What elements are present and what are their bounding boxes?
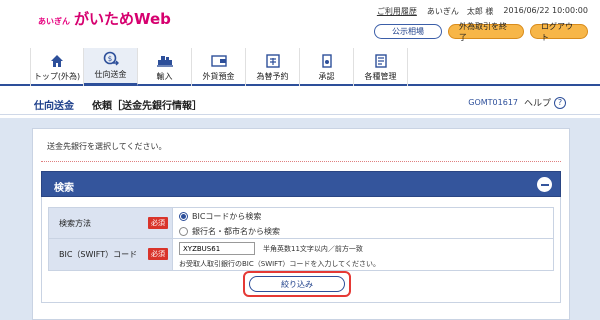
nav-label: 為替予約 xyxy=(256,71,289,81)
search-method-row: 検索方法 必須 BICコードから検索 銀行名・都市名から検索 xyxy=(48,207,554,239)
header-buttons: 公示相場 外為取引を終了 ログアウト xyxy=(374,22,588,42)
page-title: 依頼［送金先銀行情報］ xyxy=(92,101,202,112)
required-badge: 必須 xyxy=(148,248,168,260)
radio-unselected-icon[interactable] xyxy=(179,227,188,236)
field-label-cell: 検索方法 必須 xyxy=(49,208,173,238)
field-value-cell: 半角英数11文字以内／前方一致 お受取人取引銀行のBIC（SWIFT）コードを入… xyxy=(173,239,553,270)
nav-label: 仕向送金 xyxy=(94,70,127,79)
user-name: あいぎん 太郎 様 xyxy=(426,7,494,16)
radio-bank-label: 銀行名・都市名から検索 xyxy=(192,227,280,236)
divider xyxy=(41,161,561,162)
highlight-box: 絞り込み xyxy=(243,271,351,297)
radio-bank-name[interactable]: 銀行名・都市名から検索 xyxy=(179,226,280,237)
bic-code-row: BIC（SWIFT）コード 必須 半角英数11文字以内／前方一致 お受取人取引銀… xyxy=(48,239,554,271)
user-info: ご利用履歴 あいぎん 太郎 様 2016/06/22 10:00:00 xyxy=(377,6,588,17)
approval-icon xyxy=(319,53,335,69)
bic-hint: 半角英数11文字以内／前方一致 xyxy=(263,245,363,253)
logo-service-name: がいためWeb xyxy=(74,10,171,28)
top-bar: あいぎん がいためWeb ご利用履歴 あいぎん 太郎 様 2016/06/22 … xyxy=(0,0,600,44)
public-rates-button[interactable]: 公示相場 xyxy=(374,24,442,39)
page-section: 仕向送金 xyxy=(34,101,74,112)
radio-selected-icon[interactable] xyxy=(179,212,188,221)
search-panel-header: 検索 xyxy=(41,171,561,197)
end-fx-button[interactable]: 外為取引を終了 xyxy=(448,22,524,42)
svg-text:$: $ xyxy=(107,55,111,63)
nav-top[interactable]: トップ(外為) xyxy=(30,48,84,86)
import-icon xyxy=(156,53,173,69)
nav-label: 各種管理 xyxy=(364,71,397,81)
nav-deposit[interactable]: 外貨預金 xyxy=(192,48,246,86)
nav-label: 承認 xyxy=(318,71,335,81)
logo-bank-name: あいぎん xyxy=(38,17,70,26)
nav-management[interactable]: 各種管理 xyxy=(354,48,408,86)
login-datetime: 2016/06/22 10:00:00 xyxy=(503,6,588,15)
field-value-cell: BICコードから検索 銀行名・都市名から検索 xyxy=(173,208,553,238)
help-icon: ? xyxy=(554,96,566,109)
bic-description: お受取人取引銀行のBIC（SWIFT）コードを入力してください。 xyxy=(179,260,380,268)
page-title-bar: 仕向送金 依頼［送金先銀行情報］ GOMT01617 ヘルプ ? xyxy=(0,93,600,115)
nav-label: 輸入 xyxy=(156,71,173,81)
search-title: 検索 xyxy=(54,183,74,194)
nav-remittance[interactable]: $ 仕向送金 xyxy=(84,48,138,86)
required-badge: 必須 xyxy=(148,217,168,229)
main-nav: トップ(外為) $ 仕向送金 輸入 外貨預金 為替予約 承認 各種管理 xyxy=(0,48,600,86)
collapse-icon[interactable] xyxy=(537,177,552,192)
nav-approval[interactable]: 承認 xyxy=(300,48,354,86)
remittance-icon: $ xyxy=(103,51,119,67)
help-link[interactable]: ヘルプ ? xyxy=(524,96,566,109)
instruction-text: 送金先銀行を選択してください。 xyxy=(47,142,167,151)
radio-bic-label: BICコードから検索 xyxy=(192,212,262,221)
nav-label: 外貨預金 xyxy=(202,71,235,81)
bic-label: BIC（SWIFT）コード xyxy=(59,250,138,259)
screen-code: GOMT01617 xyxy=(468,98,518,107)
radio-bic[interactable]: BICコードから検索 xyxy=(179,211,261,222)
content-card: 送金先銀行を選択してください。 検索 検索方法 必須 BICコードから検索 銀行… xyxy=(32,128,570,320)
deposit-icon xyxy=(210,53,227,69)
logo[interactable]: あいぎん がいためWeb xyxy=(38,8,171,29)
bic-code-input[interactable] xyxy=(179,242,255,255)
method-label: 検索方法 xyxy=(59,219,91,228)
home-icon xyxy=(49,53,65,69)
logout-button[interactable]: ログアウト xyxy=(530,22,588,42)
nav-import[interactable]: 輸入 xyxy=(138,48,192,86)
field-label-cell: BIC（SWIFT）コード 必須 xyxy=(49,239,173,270)
usage-history-link[interactable]: ご利用履歴 xyxy=(377,6,417,17)
nav-fx-contract[interactable]: 為替予約 xyxy=(246,48,300,86)
narrow-down-button[interactable]: 絞り込み xyxy=(249,276,345,292)
management-icon xyxy=(373,53,389,69)
nav-label: トップ(外為) xyxy=(33,71,81,81)
help-label: ヘルプ xyxy=(523,99,551,109)
fx-contract-icon xyxy=(265,53,281,69)
